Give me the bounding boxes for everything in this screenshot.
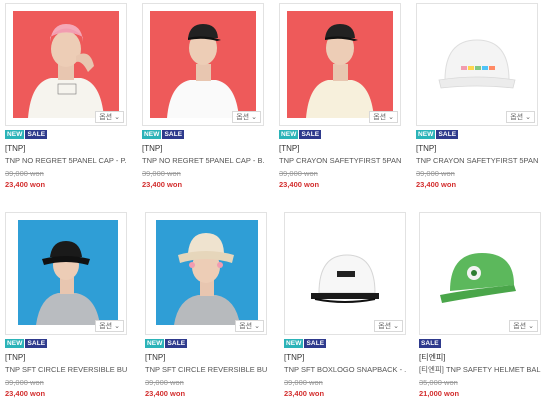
new-badge: NEW [145,339,165,348]
product-photo [6,4,126,125]
chevron-down-icon: ⌄ [525,113,531,121]
original-price: 39,000 won [145,378,184,387]
product-image[interactable]: 옵션 ⌄ [419,212,541,335]
original-price: 39,000 won [284,378,323,387]
original-price: 39,000 won [279,169,318,178]
new-badge: NEW [284,339,304,348]
product-brand: [TNP] [279,144,300,153]
sale-price: 23,400 won [5,389,46,398]
chevron-down-icon: ⌄ [114,113,120,121]
option-dropdown[interactable]: 옵션 ⌄ [235,320,264,332]
original-price: 39,000 won [5,378,44,387]
product-image[interactable]: 옵션 ⌄ [142,3,264,126]
chevron-down-icon: ⌄ [528,322,534,330]
product-name-link[interactable]: [티엔피] TNP SAFETY HELMET BAL... [419,364,541,376]
product-name-link[interactable]: TNP CRAYON SAFETYFIRST 5PAN... [416,155,538,167]
product-card[interactable]: 옵션 ⌄ NEW SALE [TNP] TNP NO REGRET 5PANEL … [5,3,127,190]
product-card[interactable]: 옵션 ⌄ NEW SALE [TNP] TNP SFT CIRCLE REVERS… [5,212,127,399]
product-card[interactable]: 옵션 ⌄ NEW SALE [TNP] TNP SFT CIRCLE REVERS… [145,212,267,399]
sale-price: 23,400 won [142,180,183,189]
product-brand: [TNP] [416,144,437,153]
option-dropdown[interactable]: 옵션 ⌄ [374,320,403,332]
option-dropdown[interactable]: 옵션 ⌄ [232,111,261,123]
product-name-link[interactable]: TNP SFT BOXLOGO SNAPBACK - ... [284,364,406,376]
sale-badge: SALE [25,339,48,348]
product-brand: [TNP] [145,353,166,362]
sale-badge: SALE [299,130,322,139]
option-dropdown[interactable]: 옵션 ⌄ [369,111,398,123]
product-photo [146,213,266,334]
sale-badge: SALE [419,339,441,348]
original-price: 35,000 won [419,378,458,387]
option-dropdown[interactable]: 옵션 ⌄ [95,111,124,123]
chevron-down-icon: ⌄ [393,322,399,330]
chevron-down-icon: ⌄ [251,113,257,121]
product-image[interactable]: 옵션 ⌄ [5,212,127,335]
product-card[interactable]: 옵션 ⌄ NEW SALE [TNP] TNP CRAYON SAFETYFIRS… [279,3,401,190]
new-badge: NEW [5,339,25,348]
product-image[interactable]: 옵션 ⌄ [145,212,267,335]
product-card[interactable]: 옵션 ⌄ NEW SALE [TNP] TNP SFT BOXLOGO SNAPB… [284,212,406,399]
option-dropdown[interactable]: 옵션 ⌄ [506,111,535,123]
product-photo [285,213,405,334]
product-brand: [TNP] [284,353,305,362]
product-brand: [TNP] [5,144,26,153]
chevron-down-icon: ⌄ [114,322,120,330]
product-brand: [TNP] [5,353,26,362]
product-name-link[interactable]: TNP SFT CIRCLE REVERSIBLE BUC... [5,364,127,376]
sale-price: 23,400 won [279,180,320,189]
product-photo [280,4,400,125]
sale-badge: SALE [436,130,459,139]
option-dropdown[interactable]: 옵션 ⌄ [95,320,124,332]
chevron-down-icon: ⌄ [388,113,394,121]
new-badge: NEW [142,130,162,139]
product-name-link[interactable]: TNP NO REGRET 5PANEL CAP - B... [142,155,264,167]
sale-badge: SALE [162,130,185,139]
new-badge: NEW [5,130,25,139]
sale-badge: SALE [304,339,327,348]
sale-price: 23,400 won [145,389,186,398]
product-image[interactable]: 옵션 ⌄ [279,3,401,126]
product-image[interactable]: 옵션 ⌄ [284,212,406,335]
product-brand: [TNP] [142,144,163,153]
product-brand: [티엔피] [419,353,446,362]
sale-badge: SALE [165,339,188,348]
option-dropdown[interactable]: 옵션 ⌄ [509,320,538,332]
original-price: 39,000 won [416,169,455,178]
product-photo [420,213,540,334]
product-name-link[interactable]: TNP CRAYON SAFETYFIRST 5PAN... [279,155,401,167]
new-badge: NEW [279,130,299,139]
product-photo [143,4,263,125]
sale-price: 23,400 won [284,389,325,398]
sale-badge: SALE [25,130,48,139]
product-card[interactable]: 옵션 ⌄ NEW SALE [TNP] TNP NO REGRET 5PANEL … [142,3,264,190]
product-photo [417,4,537,125]
sale-price: 23,400 won [5,180,46,189]
product-name-link[interactable]: TNP NO REGRET 5PANEL CAP - P... [5,155,127,167]
sale-price: 21,000 won [419,389,460,398]
product-image[interactable]: 옵션 ⌄ [416,3,538,126]
chevron-down-icon: ⌄ [254,322,260,330]
sale-price: 23,400 won [416,180,457,189]
product-card[interactable]: 옵션 ⌄ SALE [티엔피] [티엔피] TNP SAFETY HELMET B… [419,212,541,399]
product-image[interactable]: 옵션 ⌄ [5,3,127,126]
original-price: 39,000 won [142,169,181,178]
product-photo [6,213,126,334]
product-card[interactable]: 옵션 ⌄ NEW SALE [TNP] TNP CRAYON SAFETYFIRS… [416,3,538,190]
product-name-link[interactable]: TNP SFT CIRCLE REVERSIBLE BUC... [145,364,267,376]
new-badge: NEW [416,130,436,139]
original-price: 39,000 won [5,169,44,178]
